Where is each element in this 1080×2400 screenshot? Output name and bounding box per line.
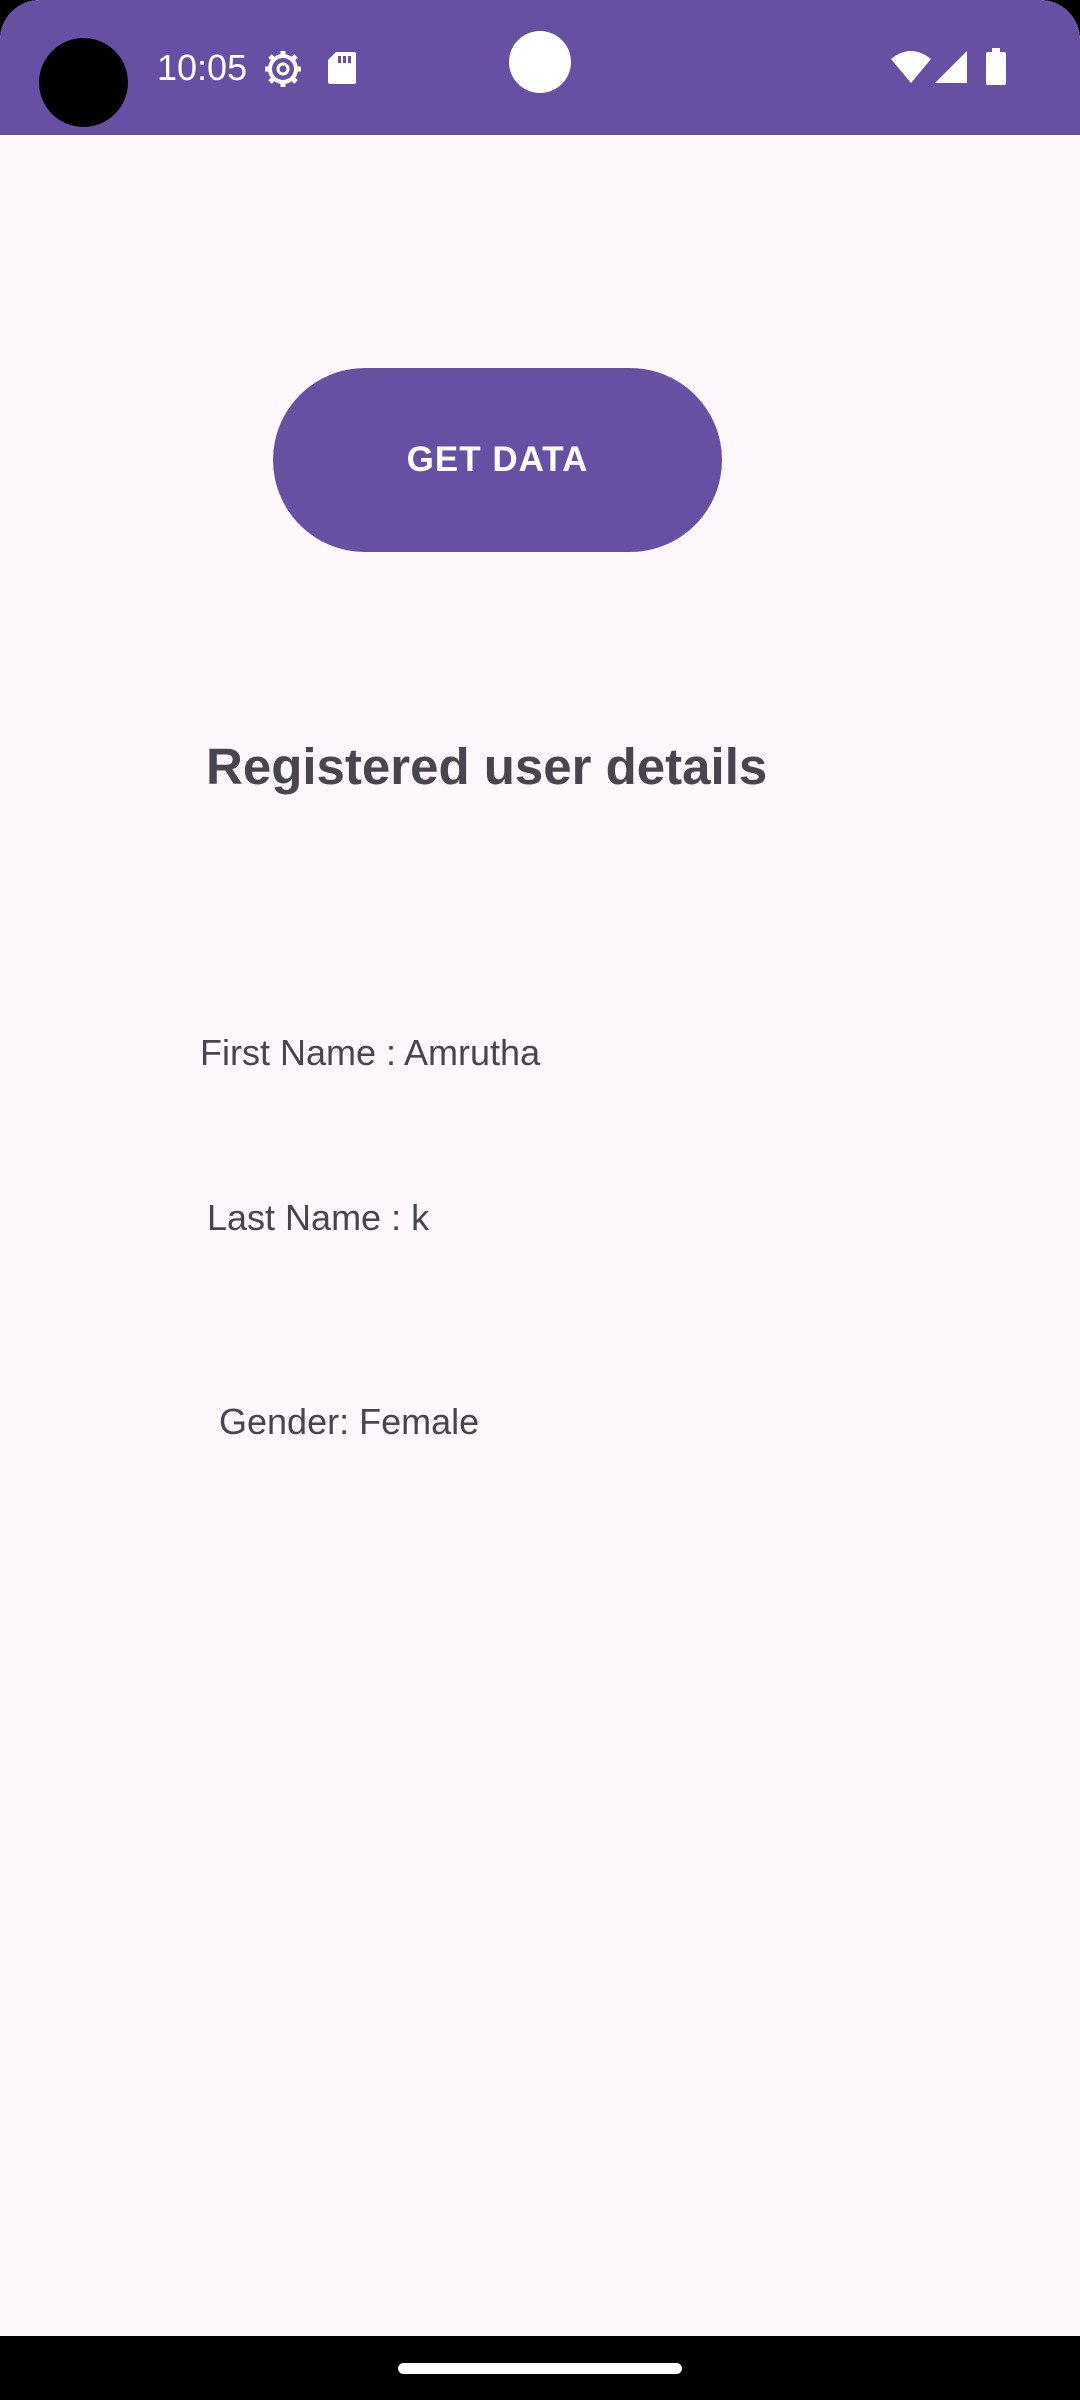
cell-signal-icon	[935, 51, 967, 83]
gender-text: Gender: Female	[219, 1401, 480, 1442]
battery-icon	[986, 48, 1006, 85]
camera-cutout	[39, 38, 128, 127]
app-screen: 10:05 GET DATA Registered user details F…	[0, 0, 1080, 2400]
last-name-text: Last Name : k	[207, 1197, 430, 1238]
get-data-button[interactable]: GET DATA	[273, 368, 722, 552]
front-camera-dot	[509, 31, 571, 93]
first-name-text: First Name : Amrutha	[200, 1032, 541, 1073]
home-gesture-handle[interactable]	[398, 2363, 682, 2374]
sd-card-icon	[328, 52, 356, 84]
wifi-icon	[891, 51, 931, 83]
status-time: 10:05	[157, 47, 248, 88]
status-bar: 10:05	[0, 0, 1080, 135]
section-title: Registered user details	[206, 738, 768, 795]
gear-icon	[265, 51, 301, 87]
